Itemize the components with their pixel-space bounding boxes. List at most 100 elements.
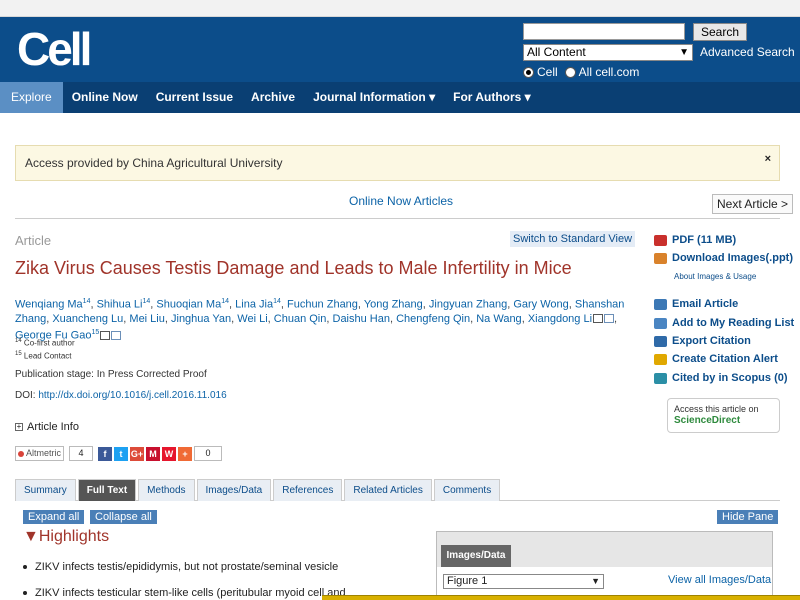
tab-comments[interactable]: Comments (433, 479, 501, 501)
author-link[interactable]: Daishu Han (333, 313, 390, 325)
site-header: Cell Search All Content ▼ Advanced Searc… (0, 17, 800, 82)
article-tabs: Summary Full Text Methods Images/Data Re… (15, 479, 780, 501)
about-images-link[interactable]: About Images & Usage (674, 272, 756, 281)
advanced-search-link[interactable]: Advanced Search (700, 45, 795, 59)
nav-online-now[interactable]: Online Now (63, 82, 147, 113)
collapse-all-button[interactable]: Collapse all (90, 510, 157, 524)
sciencedirect-line1: Access this article on (674, 404, 759, 414)
switch-view-button[interactable]: Switch to Standard View (510, 231, 636, 247)
author-link[interactable]: Xuancheng Lu (52, 313, 123, 325)
author-link[interactable]: Jinghua Yan (171, 313, 231, 325)
doi: DOI: http://dx.doi.org/10.1016/j.cell.20… (15, 390, 227, 401)
author-link[interactable]: Yong Zhang (364, 299, 423, 311)
tab-references[interactable]: References (273, 479, 343, 501)
citation-alert-link[interactable]: Create Citation Alert (654, 353, 778, 365)
scopus-link[interactable]: Cited by in Scopus (0) (654, 372, 788, 384)
radio-all[interactable] (564, 66, 576, 78)
content-scope-value: All Content (527, 45, 586, 59)
author-affiliation-marker: 14 (273, 298, 281, 305)
tab-images-data[interactable]: Images/Data (196, 479, 272, 501)
hide-pane-button[interactable]: Hide Pane (717, 510, 779, 524)
close-icon[interactable]: × (765, 142, 771, 176)
content-scope-select[interactable]: All Content ▼ (523, 44, 693, 61)
author-affiliation-marker: 14 (221, 298, 230, 305)
nav-journal-information[interactable]: Journal Information ▾ (304, 82, 444, 113)
bullet-icon (23, 565, 27, 570)
bullet-icon (23, 591, 27, 596)
tab-related-articles[interactable]: Related Articles (344, 479, 432, 501)
author-link[interactable]: Mei Liu (129, 313, 164, 325)
author-link[interactable]: Shuoqian Ma (156, 299, 221, 311)
search-button[interactable]: Search (693, 23, 747, 41)
publication-stage: Publication stage: In Press Corrected Pr… (15, 369, 207, 380)
next-article-button[interactable]: Next Article > (712, 194, 794, 214)
access-notice: Access provided by China Agricultural Un… (15, 145, 780, 181)
share-button[interactable]: f (98, 446, 113, 461)
corresponding-author-icon[interactable] (100, 330, 111, 340)
author-list: Wenqiang Ma14, Shihua Li14, Shuoqian Ma1… (15, 295, 625, 342)
altmetric-badge[interactable]: Altmetric (15, 446, 65, 461)
sciencedirect-box[interactable]: Access this article on ScienceDirect (667, 398, 780, 433)
page: Cell Search All Content ▼ Advanced Searc… (0, 0, 800, 600)
author-link[interactable]: Chengfeng Qin (396, 313, 470, 325)
author-link[interactable]: Lina Jia (235, 299, 273, 311)
tab-full-text[interactable]: Full Text (77, 479, 137, 501)
share-row: Altmetric 4 f t G+ M W +0 (15, 446, 223, 461)
sciencedirect-logo: ScienceDirect (674, 415, 741, 426)
author-separator: , (614, 312, 618, 325)
article-title: Zika Virus Causes Testis Damage and Lead… (15, 258, 572, 278)
reading-list-label: Add to My Reading List (672, 317, 795, 329)
email-article-label: Email Article (672, 298, 739, 310)
share-button[interactable]: G+ (130, 446, 145, 461)
email-article-link[interactable]: Email Article (654, 298, 738, 310)
chevron-down-icon: ▼ (679, 47, 689, 58)
reading-list-link[interactable]: Add to My Reading List (654, 317, 794, 329)
expand-all-button[interactable]: Expand all (23, 510, 85, 524)
highlight-item: ZIKV infects testicular stem-like cells … (23, 587, 346, 599)
share-button[interactable]: + (178, 446, 193, 461)
author-link[interactable]: Xiangdong Li (528, 313, 592, 325)
export-icon (654, 335, 667, 347)
tab-summary[interactable]: Summary (15, 479, 76, 501)
figure-select[interactable]: Figure 1 ▼ (443, 574, 604, 589)
radio-cell[interactable] (523, 66, 534, 78)
nav-for-authors[interactable]: For Authors ▾ (444, 82, 540, 113)
online-now-articles-link[interactable]: Online Now Articles (349, 194, 453, 208)
author-link[interactable]: Jingyuan Zhang (429, 299, 507, 311)
search-input[interactable] (523, 23, 685, 40)
pdf-link[interactable]: PDF (11 MB) (654, 234, 736, 246)
article-info-toggle[interactable]: + Article Info (15, 421, 79, 433)
author-link[interactable]: Fuchun Zhang (287, 299, 358, 311)
share-button[interactable]: t (114, 446, 129, 461)
envelope-icon[interactable] (604, 314, 615, 324)
highlights-heading[interactable]: ▼Highlights (23, 528, 109, 546)
corresponding-author-icon[interactable] (593, 314, 604, 324)
author-link[interactable]: Chuan Qin (274, 313, 327, 325)
nav-archive[interactable]: Archive (242, 82, 304, 113)
share-button[interactable]: M (146, 446, 161, 461)
author-link[interactable]: Gary Wong (513, 299, 568, 311)
view-all-images-link[interactable]: View all Images/Data (668, 574, 771, 586)
radio-all-label: All cell.com (578, 65, 640, 79)
author-link[interactable]: Wei Li (237, 313, 267, 325)
nav-explore[interactable]: Explore (0, 82, 63, 113)
access-notice-text: Access provided by China Agricultural Un… (25, 156, 283, 170)
bell-icon (654, 353, 667, 365)
author-link[interactable]: Shihua Li (97, 299, 143, 311)
author-link[interactable]: Na Wang (476, 313, 521, 325)
images-data-pane-tab[interactable]: Images/Data (441, 545, 511, 567)
pdf-icon (654, 234, 667, 246)
cell-logo[interactable]: Cell (17, 25, 92, 73)
tab-methods[interactable]: Methods (138, 479, 195, 501)
author-link[interactable]: Wenqiang Ma (15, 299, 83, 311)
citation-alert-label: Create Citation Alert (672, 353, 778, 365)
share-button[interactable]: W (162, 446, 177, 461)
nav-current-issue[interactable]: Current Issue (147, 82, 242, 113)
divider (15, 218, 780, 219)
doi-link[interactable]: http://dx.doi.org/10.1016/j.cell.2016.11… (38, 390, 226, 401)
export-citation-link[interactable]: Export Citation (654, 335, 751, 347)
envelope-icon[interactable] (111, 330, 122, 340)
download-images-link[interactable]: Download Images(.ppt) (654, 252, 793, 264)
pdf-link-label: PDF (11 MB) (672, 234, 737, 246)
highlight-item: ZIKV infects testis/epididymis, but not … (23, 561, 338, 573)
